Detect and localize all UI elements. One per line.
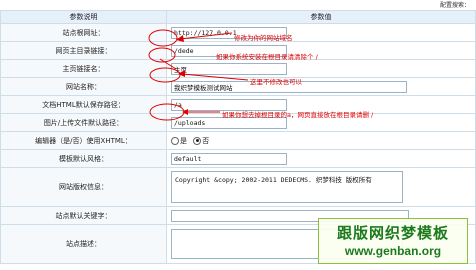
arrow-site-url (179, 32, 233, 40)
highlight-ellipse-site-url (148, 29, 178, 47)
note-main-domain: 这里不修改也可以 (250, 78, 302, 86)
note-html-dir: 如果你想去掉根目录的a，网页直接放在根目录请删 / (222, 111, 374, 119)
site-watermark: 跟版网织梦模板 www.genban.org (318, 218, 468, 264)
arrow-web-root (159, 58, 177, 70)
watermark-url: www.genban.org (344, 244, 442, 258)
highlight-ellipse-html-dir (149, 103, 185, 121)
highlight-ellipse-main-domain (149, 67, 181, 83)
arrow-main-domain (181, 73, 249, 81)
arrow-head-main-domain (178, 70, 185, 77)
note-web-root: 如果你系统安装在根目录请清除个 / (216, 53, 318, 61)
watermark-title: 跟版网织梦模板 (336, 224, 449, 242)
note-site-url: 修改为你的网站域名 (234, 34, 293, 42)
